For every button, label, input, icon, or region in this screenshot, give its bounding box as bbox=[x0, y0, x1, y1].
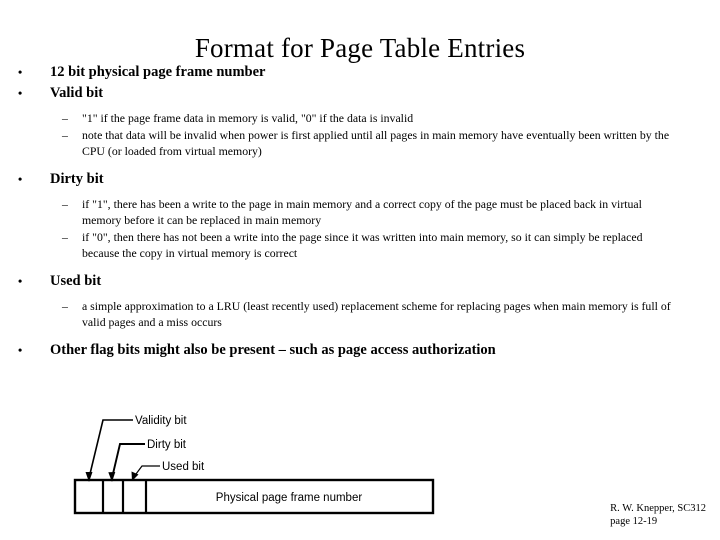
sub-bullet-text: note that data will be invalid when powe… bbox=[82, 127, 670, 159]
dash-marker-icon: – bbox=[62, 196, 68, 211]
bullet-item: • Dirty bit bbox=[0, 169, 720, 190]
dash-marker-icon: – bbox=[62, 127, 68, 142]
footer-author: R. W. Knepper, SC312 bbox=[610, 503, 706, 514]
page-table-entry-diagram: Validity bit Dirty bit Used bit Physical… bbox=[0, 402, 460, 522]
dash-marker-icon: – bbox=[62, 111, 68, 125]
bullet-text: Valid bit bbox=[50, 85, 104, 101]
bullet-item: • Used bit bbox=[0, 271, 720, 292]
sub-bullet-text: a simple approximation to a LRU (least r… bbox=[82, 298, 671, 330]
sub-bullet-item: – note that data will be invalid when po… bbox=[0, 127, 720, 160]
bullet-text: Dirty bit bbox=[50, 170, 104, 187]
used-bit-leader-line bbox=[131, 465, 160, 481]
bullet-marker-icon: • bbox=[18, 342, 23, 357]
footer-attribution: R. W. Knepper, SC312 page 12-19 bbox=[610, 502, 706, 528]
dirty-bit-leader-line bbox=[108, 443, 145, 482]
sub-bullet-item: – if "1", there has been a write to the … bbox=[0, 196, 720, 229]
bullet-text: Other flag bits might also be present – … bbox=[50, 341, 496, 358]
frame-field-label: Physical page frame number bbox=[216, 492, 363, 504]
bullet-item: • Valid bit bbox=[0, 83, 720, 104]
validity-bit-label: Validity bit bbox=[135, 415, 187, 427]
bullet-marker-icon: • bbox=[18, 273, 23, 288]
bullet-marker-icon: • bbox=[18, 171, 23, 186]
used-bit-label: Used bit bbox=[162, 461, 205, 473]
sub-bullet-item: – a simple approximation to a LRU (least… bbox=[0, 298, 720, 331]
content-outline: • 12 bit physical page frame number • Va… bbox=[0, 62, 720, 361]
dash-marker-icon: – bbox=[62, 229, 68, 244]
dash-marker-icon: – bbox=[62, 298, 68, 313]
dirty-bit-label: Dirty bit bbox=[147, 439, 187, 451]
page-title: Format for Page Table Entries bbox=[194, 33, 526, 64]
sub-bullet-text: if "0", then there has not been a write … bbox=[82, 229, 643, 261]
footer-page: page 12-19 bbox=[610, 516, 658, 527]
sub-bullet-text: if "1", there has been a write to the pa… bbox=[82, 196, 642, 228]
bullet-marker-icon: • bbox=[18, 86, 23, 100]
bullet-item: • Other flag bits might also be present … bbox=[0, 340, 720, 361]
bullet-marker-icon: • bbox=[18, 65, 23, 79]
bullet-text: 12 bit physical page frame number bbox=[50, 64, 266, 80]
bullet-text: Used bit bbox=[50, 272, 102, 289]
sub-bullet-item: – "1" if the page frame data in memory i… bbox=[0, 110, 720, 127]
slide-canvas: Format for Page Table Entries • 12 bit p… bbox=[0, 0, 720, 540]
sub-bullet-item: – if "0", then there has not been a writ… bbox=[0, 229, 720, 262]
bullet-item: • 12 bit physical page frame number bbox=[0, 62, 720, 83]
sub-bullet-text: "1" if the page frame data in memory is … bbox=[82, 111, 414, 125]
